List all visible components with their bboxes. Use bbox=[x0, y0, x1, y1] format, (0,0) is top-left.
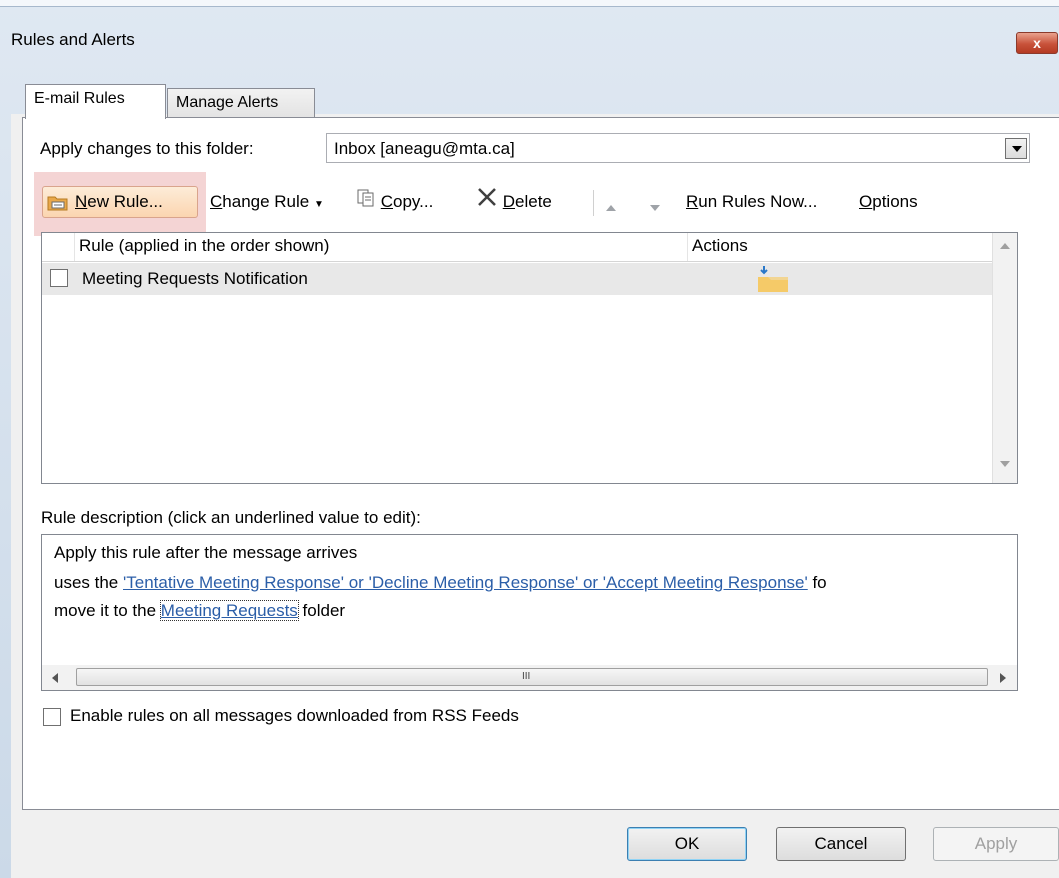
cancel-button[interactable]: Cancel bbox=[776, 827, 906, 861]
chevron-down-icon[interactable] bbox=[1005, 138, 1027, 159]
rule-row[interactable]: Meeting Requests Notification bbox=[42, 263, 992, 295]
apply-button[interactable]: Apply bbox=[933, 827, 1059, 861]
copy-button[interactable]: Copy... bbox=[356, 185, 433, 219]
header-divider bbox=[74, 233, 75, 261]
arrow-up-icon bbox=[606, 205, 616, 211]
close-button[interactable]: x bbox=[1016, 32, 1058, 54]
description-hscrollbar[interactable]: III bbox=[42, 665, 1017, 690]
folder-label: Apply changes to this folder: bbox=[40, 139, 254, 158]
delete-x-icon bbox=[476, 186, 498, 220]
top-edge bbox=[0, 0, 1059, 7]
description-line-2: uses the 'Tentative Meeting Response' or… bbox=[54, 573, 827, 592]
rules-and-alerts-dialog: Rules and Alerts x Manage Alerts E-mail … bbox=[0, 0, 1059, 878]
toolbar-separator bbox=[593, 190, 594, 216]
scroll-grip-icon: III bbox=[522, 671, 531, 682]
chevron-down-icon: ▼ bbox=[313, 199, 324, 210]
delete-button[interactable]: Delete bbox=[476, 185, 552, 219]
new-rule-button[interactable]: New Rule... bbox=[42, 186, 198, 218]
rules-list-scrollbar[interactable] bbox=[992, 233, 1017, 483]
message-type-link[interactable]: 'Tentative Meeting Response' or 'Decline… bbox=[123, 573, 808, 592]
description-line-3: move it to the Meeting Requests folder bbox=[54, 600, 346, 621]
rule-name: Meeting Requests Notification bbox=[82, 269, 308, 288]
scroll-right-icon[interactable] bbox=[1000, 673, 1006, 683]
column-header-actions[interactable]: Actions bbox=[692, 236, 748, 256]
rss-rules-label[interactable]: Enable rules on all messages downloaded … bbox=[70, 706, 519, 726]
rss-rules-checkbox[interactable] bbox=[43, 708, 61, 726]
scroll-left-icon[interactable] bbox=[52, 673, 58, 683]
rule-description-box: Apply this rule after the message arrive… bbox=[41, 534, 1018, 691]
scroll-down-icon[interactable] bbox=[1000, 461, 1010, 467]
move-up-button[interactable] bbox=[604, 193, 618, 227]
header-divider bbox=[687, 233, 688, 261]
rules-list-header: Rule (applied in the order shown) Action… bbox=[42, 233, 992, 262]
rule-description-label: Rule description (click an underlined va… bbox=[41, 508, 421, 527]
rules-list[interactable]: Rule (applied in the order shown) Action… bbox=[41, 232, 1018, 484]
move-to-folder-icon bbox=[756, 265, 790, 298]
copy-icon bbox=[356, 186, 376, 220]
run-rules-now-button[interactable]: Run Rules Now... bbox=[686, 185, 817, 219]
scroll-up-icon[interactable] bbox=[1000, 243, 1010, 249]
ok-button[interactable]: OK bbox=[627, 827, 747, 861]
folder-select-value: Inbox [aneagu@mta.ca] bbox=[334, 139, 515, 158]
change-rule-button[interactable]: Change Rule ▼ bbox=[210, 185, 324, 219]
description-line-1: Apply this rule after the message arrive… bbox=[54, 543, 358, 562]
new-rule-icon bbox=[47, 192, 69, 217]
options-button[interactable]: Options bbox=[859, 185, 918, 219]
new-rule-highlight: New Rule... bbox=[34, 172, 206, 236]
rule-enabled-checkbox[interactable] bbox=[50, 269, 68, 287]
column-header-rule[interactable]: Rule (applied in the order shown) bbox=[79, 236, 329, 256]
folder-select[interactable]: Inbox [aneagu@mta.ca] bbox=[326, 133, 1030, 163]
tab-email-rules[interactable]: E-mail Rules bbox=[25, 84, 166, 119]
scroll-thumb[interactable]: III bbox=[76, 668, 988, 686]
dialog-title: Rules and Alerts bbox=[11, 30, 135, 49]
close-icon: x bbox=[1033, 35, 1041, 51]
new-rule-label: New Rule... bbox=[75, 192, 163, 211]
arrow-down-icon bbox=[650, 205, 660, 211]
folder-link[interactable]: Meeting Requests bbox=[159, 600, 299, 621]
tab-manage-alerts[interactable]: Manage Alerts bbox=[167, 88, 315, 118]
move-down-button[interactable] bbox=[648, 193, 662, 227]
